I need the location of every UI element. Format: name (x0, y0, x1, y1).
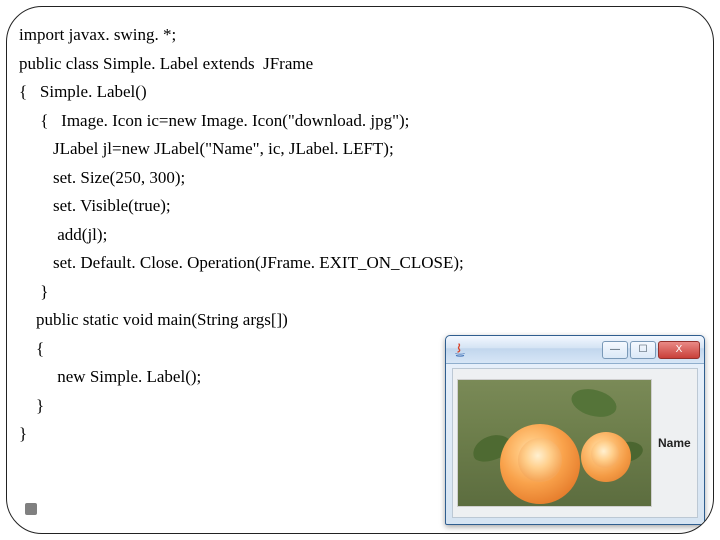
window-client-area: Name (452, 368, 698, 518)
titlebar[interactable]: — ☐ X (446, 336, 704, 364)
code-line: { Simple. Label() (19, 78, 579, 107)
name-label: Name (658, 436, 691, 450)
code-line: } (19, 278, 579, 307)
code-line: public static void main(String args[]) (19, 306, 579, 335)
code-line: public class Simple. Label extends JFram… (19, 50, 579, 79)
rose-image (457, 379, 652, 507)
java-icon (452, 342, 468, 358)
code-line: { Image. Icon ic=new Image. Icon("downlo… (19, 107, 579, 136)
code-line: import javax. swing. *; (19, 21, 579, 50)
maximize-button[interactable]: ☐ (630, 341, 656, 359)
slide-bullet-icon (25, 503, 37, 515)
app-window: — ☐ X Name (445, 335, 705, 525)
code-line: set. Size(250, 300); (19, 164, 579, 193)
code-line: set. Default. Close. Operation(JFrame. E… (19, 249, 579, 278)
close-button[interactable]: X (658, 341, 700, 359)
slide-frame: import javax. swing. *; public class Sim… (6, 6, 714, 534)
code-line: add(jl); (19, 221, 579, 250)
minimize-button[interactable]: — (602, 341, 628, 359)
code-line: JLabel jl=new JLabel("Name", ic, JLabel.… (19, 135, 579, 164)
code-line: set. Visible(true); (19, 192, 579, 221)
